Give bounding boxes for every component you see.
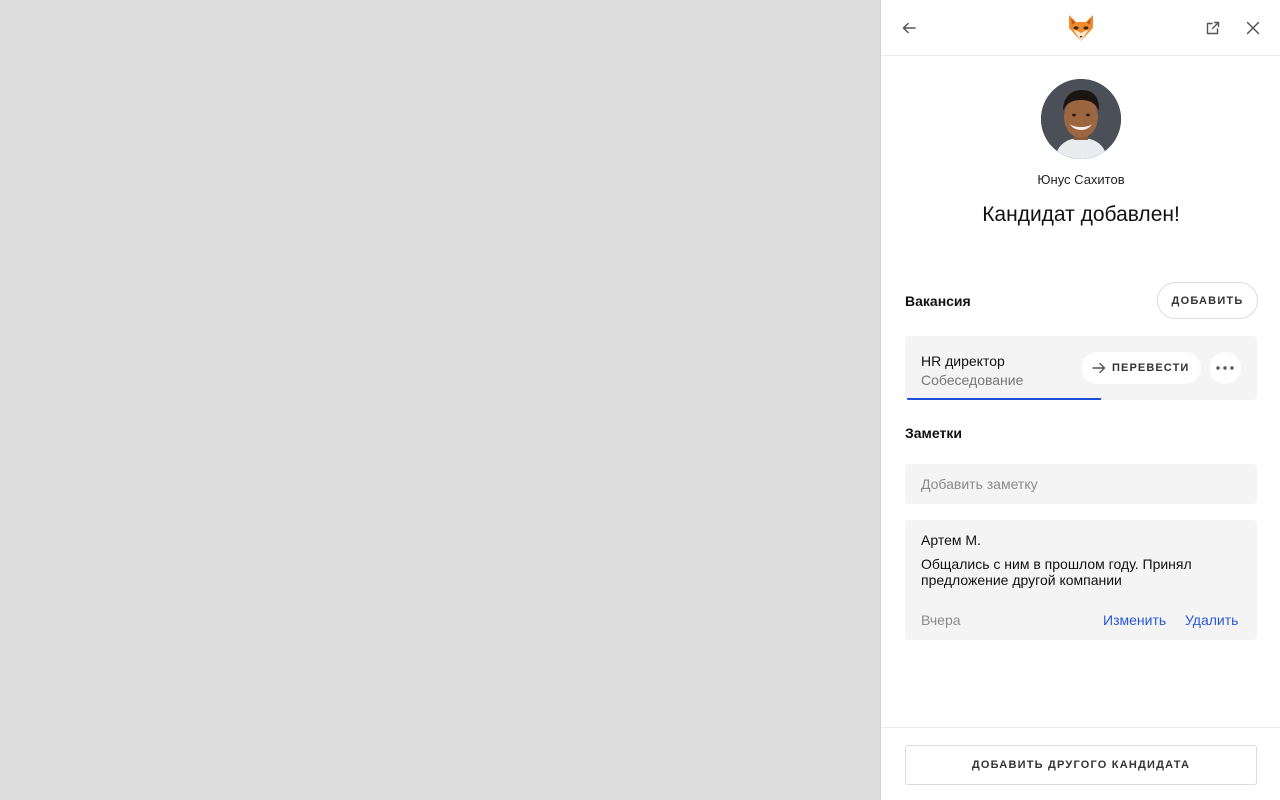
fox-logo-icon	[1065, 12, 1097, 44]
move-stage-label: ПЕРЕВЕСТИ	[1112, 362, 1190, 374]
more-horizontal-icon	[1216, 366, 1234, 370]
vacancy-stage-indicator	[907, 398, 1101, 400]
arrow-left-icon	[902, 22, 916, 34]
vacancy-card[interactable]: HR директор Собеседование ПЕРЕВЕСТИ	[905, 336, 1257, 400]
close-icon	[1246, 21, 1260, 35]
candidate-name: Юнус Сахитов	[1037, 172, 1125, 187]
move-stage-button[interactable]: ПЕРЕВЕСТИ	[1081, 352, 1201, 384]
panel-footer: ДОБАВИТЬ ДРУГОГО КАНДИДАТА	[881, 727, 1280, 800]
back-button[interactable]	[893, 12, 925, 44]
arrow-right-icon	[1092, 362, 1106, 374]
panel-header	[881, 0, 1280, 56]
open-external-icon	[1206, 21, 1220, 35]
note-card: Артем М. Общались с ним в прошлом году. …	[905, 520, 1257, 640]
delete-note-link[interactable]: Удалить	[1185, 612, 1238, 628]
add-note-input[interactable]	[905, 464, 1257, 504]
note-date: Вчера	[921, 612, 961, 628]
add-another-candidate-button[interactable]: ДОБАВИТЬ ДРУГОГО КАНДИДАТА	[905, 745, 1257, 785]
candidate-avatar	[1041, 79, 1121, 159]
vacancy-name: HR директор	[921, 353, 1005, 369]
notes-section-title: Заметки	[905, 425, 962, 441]
vacancy-stage: Собеседование	[921, 372, 1024, 388]
close-button[interactable]	[1237, 12, 1269, 44]
open-external-button[interactable]	[1197, 12, 1229, 44]
add-vacancy-button[interactable]: ДОБАВИТЬ	[1157, 282, 1258, 319]
candidate-side-panel: Юнус Сахитов Кандидат добавлен! Вакансия…	[880, 0, 1280, 800]
note-author: Артем М.	[921, 532, 981, 548]
modal-backdrop[interactable]	[0, 0, 880, 800]
edit-note-link[interactable]: Изменить	[1103, 612, 1166, 628]
vacancy-more-button[interactable]	[1209, 352, 1241, 384]
vacancy-section-title: Вакансия	[905, 293, 971, 309]
note-text: Общались с ним в прошлом году. Принял пр…	[921, 556, 1192, 588]
success-headline: Кандидат добавлен!	[982, 203, 1180, 226]
